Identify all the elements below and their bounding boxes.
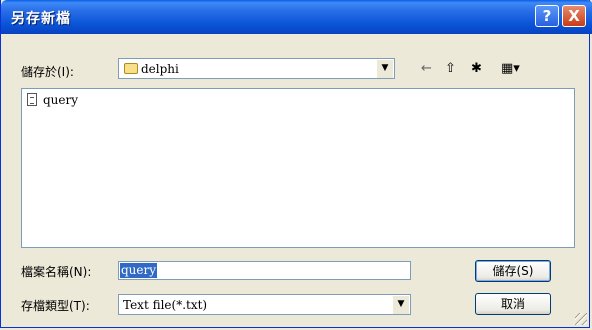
filetype-value: Text file(*.txt) <box>123 298 208 312</box>
chevron-down-icon[interactable]: ▼ <box>392 296 409 314</box>
close-button[interactable]: X <box>562 5 586 27</box>
filetype-label: 存檔類型(T): <box>21 299 90 313</box>
text-file-icon <box>27 93 37 106</box>
filename-input[interactable]: query <box>118 261 411 280</box>
back-icon[interactable]: ← <box>421 61 432 76</box>
save-button[interactable]: 儲存(S) <box>475 260 551 282</box>
file-list[interactable]: query <box>21 88 575 248</box>
list-item[interactable]: query <box>22 89 142 109</box>
up-folder-icon[interactable]: ⇧ <box>445 61 456 76</box>
save-in-dropdown[interactable]: delphi ▼ <box>118 58 395 79</box>
filename-value: query <box>120 263 158 278</box>
title-bar[interactable]: 另存新檔 ? X <box>1 0 592 34</box>
window-title: 另存新檔 <box>11 11 71 27</box>
new-folder-icon[interactable]: ✱ <box>471 61 482 76</box>
save-as-dialog: 另存新檔 ? X 儲存於(I): delphi ▼ ← ⇧ ✱ ▦▾ query… <box>0 0 592 328</box>
chevron-down-icon[interactable]: ▼ <box>376 60 393 78</box>
save-in-label: 儲存於(I): <box>21 65 74 79</box>
filename-label: 檔案名稱(N): <box>21 265 92 279</box>
save-in-value: delphi <box>141 62 179 76</box>
folder-icon <box>124 63 138 74</box>
filetype-dropdown[interactable]: Text file(*.txt) ▼ <box>118 294 411 315</box>
cancel-button[interactable]: 取消 <box>475 293 551 315</box>
resize-grip[interactable] <box>575 313 587 325</box>
file-name: query <box>43 93 79 107</box>
view-menu-icon[interactable]: ▦▾ <box>501 61 520 76</box>
help-button[interactable]: ? <box>535 5 559 27</box>
